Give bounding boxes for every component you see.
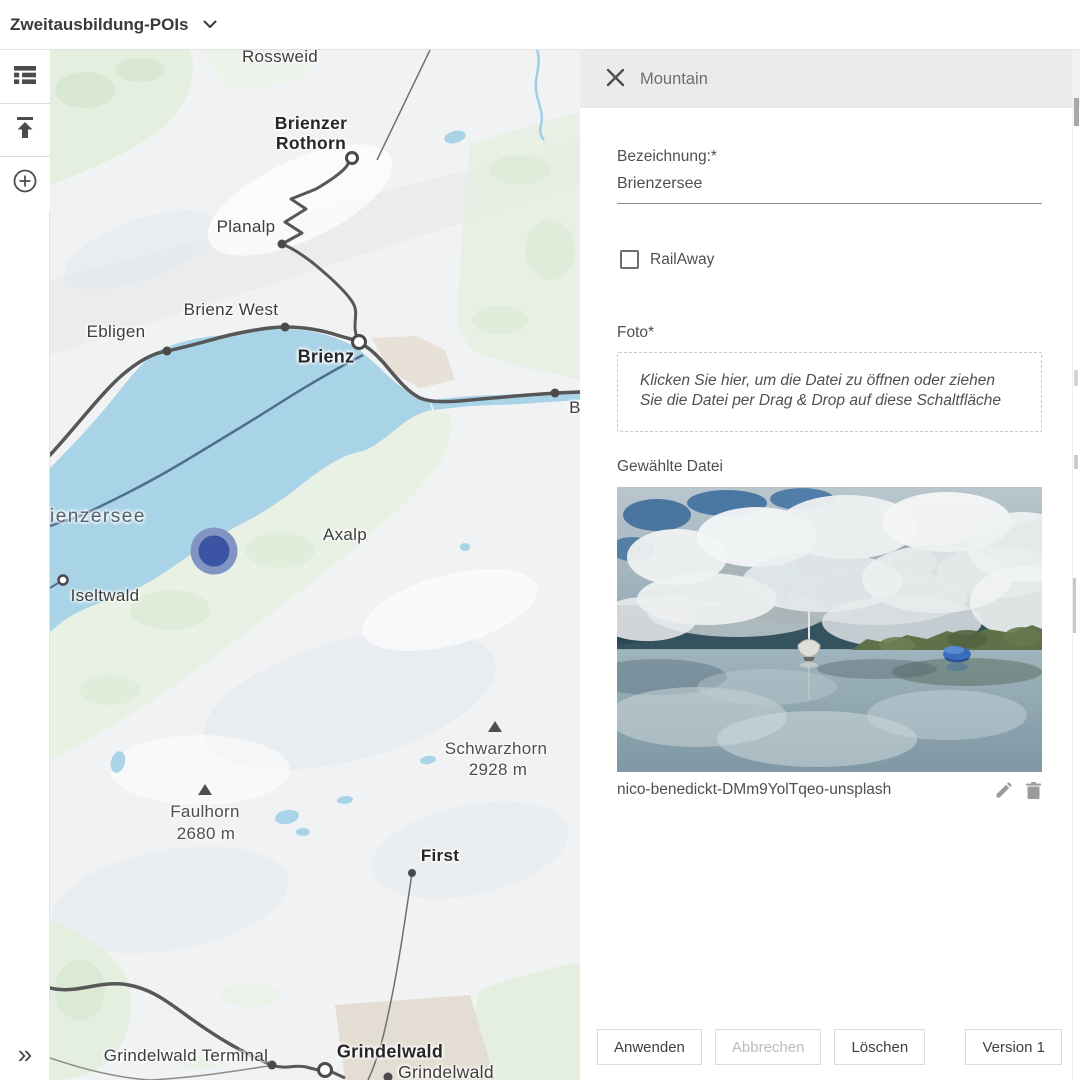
cancel-button[interactable]: Abbrechen [715, 1029, 822, 1065]
add-poi-button[interactable] [0, 157, 50, 210]
bezeichnung-label: Bezeichnung:* [617, 148, 717, 166]
edge-fragment [1074, 98, 1079, 126]
titlebar: Zweitausbildung-POIs [0, 0, 1080, 50]
upload-button[interactable] [0, 104, 50, 157]
edit-file-button[interactable] [995, 782, 1012, 799]
bezeichnung-input[interactable] [617, 175, 1042, 204]
add-circle-icon [12, 168, 38, 199]
edge-fragment [1074, 370, 1078, 386]
selected-file-label: Gewählte Datei [617, 458, 723, 476]
version-button[interactable]: Version 1 [965, 1029, 1062, 1065]
list-icon [14, 66, 36, 89]
panel-footer: Anwenden Abbrechen Löschen Version 1 [580, 1029, 1080, 1065]
trash-icon [1026, 787, 1041, 802]
railaway-checkbox[interactable] [620, 250, 639, 269]
delete-file-button[interactable] [1025, 782, 1042, 799]
left-toolbar: » [0, 51, 50, 1080]
photo-thumbnail [617, 487, 1042, 772]
app-window: Zweitausbildung-POIs [0, 0, 1080, 1080]
detail-panel: Mountain Bezeichnung:* RailAway Foto* Kl… [580, 50, 1080, 1080]
selected-file-row: nico-benedickt-DMm9YolTqeo-unsplash [617, 781, 1042, 803]
file-dropzone[interactable]: Klicken Sie hier, um die Datei zu öffnen… [617, 352, 1042, 432]
list-view-button[interactable] [0, 51, 50, 104]
close-icon [606, 68, 625, 90]
lake-photo-illustration [617, 487, 1042, 772]
pencil-icon [995, 787, 1012, 802]
chevron-down-icon[interactable] [203, 20, 217, 29]
edge-panel-sliver[interactable] [1072, 50, 1080, 1080]
edge-fragment [1074, 455, 1078, 469]
expand-sidebar-button[interactable]: » [0, 1036, 50, 1072]
file-name: nico-benedickt-DMm9YolTqeo-unsplash [617, 781, 891, 798]
panel-title: Mountain [640, 70, 708, 89]
close-panel-button[interactable] [602, 66, 628, 92]
upload-icon [14, 117, 36, 143]
foto-label: Foto* [617, 324, 654, 342]
apply-button[interactable]: Anwenden [597, 1029, 702, 1065]
map-canvas[interactable]: RossweidBrienzer RothornPlanalpBrienz We… [50, 50, 580, 1080]
poi-marker[interactable] [191, 528, 238, 575]
workspace-title[interactable]: Zweitausbildung-POIs [10, 15, 189, 35]
basemap-tiles [50, 50, 580, 1080]
panel-header: Mountain [580, 50, 1080, 108]
dropzone-hint: Klicken Sie hier, um die Datei zu öffnen… [640, 371, 1019, 411]
delete-button[interactable]: Löschen [834, 1029, 925, 1065]
railaway-label[interactable]: RailAway [650, 251, 714, 269]
edge-fragment [1073, 578, 1076, 633]
